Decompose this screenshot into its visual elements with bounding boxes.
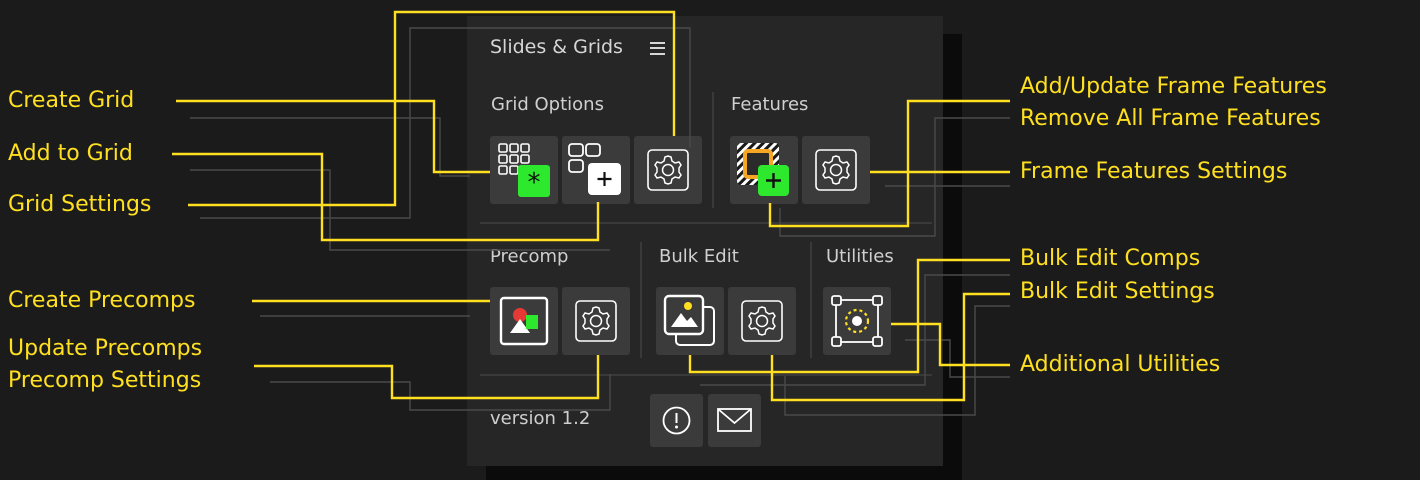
annotation-bulk-edit-comps: Bulk Edit Comps	[1020, 246, 1201, 271]
divider	[640, 242, 642, 358]
additional-utilities-button[interactable]	[823, 287, 891, 355]
annotation-additional-utilities: Additional Utilities	[1020, 352, 1221, 377]
annotation-frame-features-settings: Frame Features Settings	[1020, 159, 1288, 184]
envelope-icon	[717, 408, 752, 432]
mail-button[interactable]	[708, 394, 761, 447]
annotation-create-precomps: Create Precomps	[8, 288, 196, 313]
panel-title: Slides & Grids	[490, 36, 623, 58]
divider	[712, 92, 714, 208]
section-bulk-edit: Bulk Edit	[659, 246, 739, 267]
grid-plus-icon	[568, 143, 621, 195]
target-nodes-icon	[831, 295, 883, 347]
grid-settings-button[interactable]	[634, 136, 702, 204]
grid-asterisk-icon: *	[498, 143, 550, 198]
annotation-precomp-settings: Precomp Settings	[8, 368, 202, 393]
gear-icon	[815, 149, 857, 191]
create-grid-button[interactable]: *	[490, 136, 558, 204]
info-button[interactable]	[650, 394, 703, 447]
add-to-grid-button[interactable]	[562, 136, 630, 204]
hatched-frame-plus-icon	[737, 143, 789, 196]
annotation-bulk-edit-settings: Bulk Edit Settings	[1020, 279, 1215, 304]
divider	[810, 242, 812, 358]
exclamation-circle-icon	[662, 406, 691, 435]
frame-features-settings-button[interactable]	[802, 136, 870, 204]
stage: Slides & Grids Grid Options Features Pre…	[0, 0, 1420, 480]
divider	[480, 374, 932, 376]
annotation-create-grid: Create Grid	[8, 88, 135, 113]
svg-text:*: *	[528, 168, 541, 198]
hamburger-menu-icon[interactable]	[650, 42, 665, 55]
gear-icon	[575, 300, 617, 342]
stacked-images-icon	[663, 294, 715, 346]
precomp-settings-button[interactable]	[562, 287, 630, 355]
bulk-edit-settings-button[interactable]	[728, 287, 796, 355]
gear-icon	[741, 300, 783, 342]
create-precomps-button[interactable]	[490, 287, 558, 355]
image-shapes-icon	[499, 296, 549, 346]
annotation-remove-all-frame-features: Remove All Frame Features	[1020, 106, 1321, 131]
annotation-update-precomps: Update Precomps	[8, 336, 203, 361]
bulk-edit-comps-button[interactable]	[656, 287, 724, 355]
section-utilities: Utilities	[826, 246, 894, 267]
version-label: version 1.2	[490, 408, 591, 429]
annotation-add-update-frame-features: Add/Update Frame Features	[1020, 74, 1327, 99]
divider	[480, 222, 932, 224]
frame-features-button[interactable]	[730, 136, 798, 204]
section-features: Features	[731, 94, 809, 115]
annotation-add-to-grid: Add to Grid	[8, 141, 133, 166]
slides-grids-panel	[467, 16, 943, 466]
annotation-grid-settings: Grid Settings	[8, 192, 152, 217]
section-precomp: Precomp	[490, 246, 569, 267]
gear-icon	[647, 149, 689, 191]
section-grid-options: Grid Options	[491, 94, 604, 115]
